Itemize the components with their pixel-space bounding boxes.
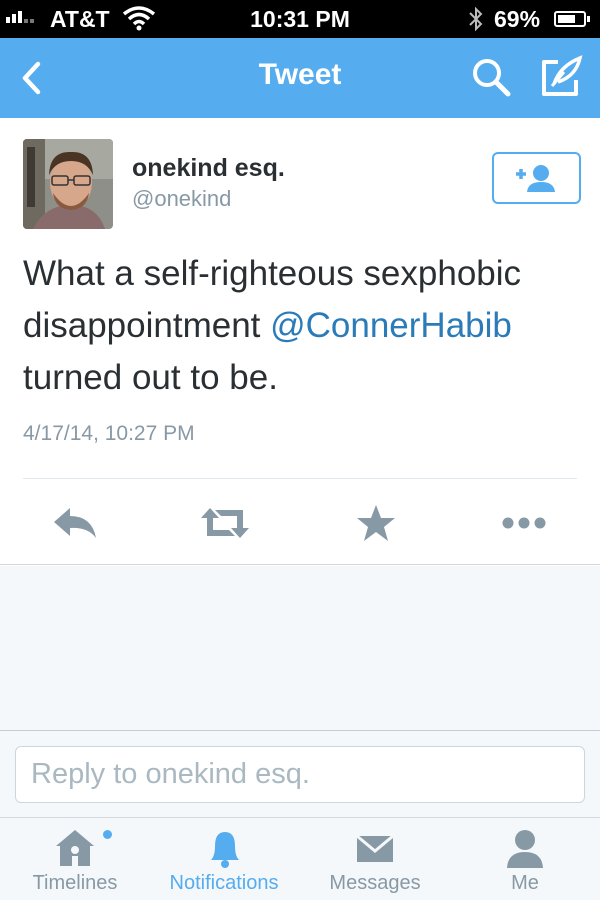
bluetooth-icon: [466, 4, 486, 40]
mention-link[interactable]: @ConnerHabib: [270, 306, 512, 345]
favorite-icon[interactable]: [350, 502, 402, 544]
tweet-detail: onekind esq. @onekind What a self-righte…: [0, 118, 600, 565]
nav-bar: Tweet: [0, 38, 600, 118]
avatar[interactable]: [23, 139, 113, 229]
tab-me[interactable]: Me: [450, 818, 600, 900]
notification-dot: [103, 830, 112, 839]
follow-button[interactable]: [492, 152, 581, 204]
add-user-icon: [494, 165, 579, 206]
tab-notifications[interactable]: Notifications: [149, 818, 299, 900]
divider: [23, 478, 577, 479]
reply-icon[interactable]: [50, 502, 102, 544]
tweet-timestamp: 4/17/14, 10:27 PM: [23, 422, 195, 445]
compose-icon[interactable]: [538, 54, 584, 100]
person-icon: [500, 826, 550, 870]
status-bar: AT&T 10:31 PM 69%: [0, 0, 600, 38]
tab-label: Notifications: [169, 872, 279, 894]
tweet-text-after: turned out to be.: [23, 358, 278, 397]
reply-input[interactable]: [15, 746, 585, 803]
reply-bar: [0, 731, 600, 817]
tab-label: Messages: [329, 872, 421, 894]
battery-icon: [554, 11, 590, 27]
more-icon[interactable]: [498, 502, 550, 544]
tab-label: Timelines: [32, 872, 118, 894]
search-icon[interactable]: [470, 56, 512, 98]
tab-bar: Timelines Notifications Messages Me: [0, 817, 600, 900]
battery-percentage: 69%: [494, 6, 541, 32]
empty-area: [0, 566, 600, 731]
envelope-icon: [350, 826, 400, 870]
tab-timelines[interactable]: Timelines: [0, 818, 150, 900]
home-icon: [50, 826, 100, 870]
bell-icon: [199, 826, 249, 870]
user-handle[interactable]: @onekind: [132, 186, 231, 212]
retweet-icon[interactable]: [199, 502, 251, 544]
tab-messages[interactable]: Messages: [300, 818, 450, 900]
user-name[interactable]: onekind esq.: [132, 154, 285, 183]
tweet-text: What a self-righteous sexphobic disappoi…: [23, 248, 583, 404]
tab-label: Me: [511, 872, 539, 894]
